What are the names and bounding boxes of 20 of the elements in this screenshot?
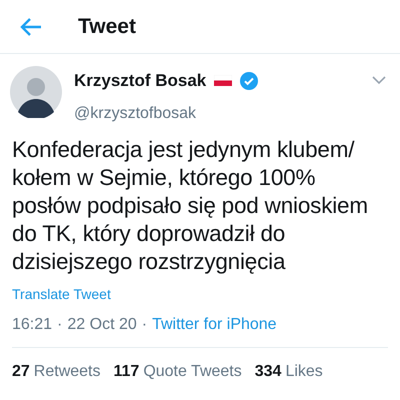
- author-handle: @krzysztofbosak: [74, 104, 198, 124]
- stat-count[interactable]: 334: [254, 360, 282, 384]
- tweet-date: 22 Oct 20: [67, 314, 137, 334]
- stat-label[interactable]: Retweets: [34, 360, 100, 384]
- stat-label[interactable]: Likes: [285, 360, 323, 384]
- tweet-time: 16:21: [12, 314, 52, 334]
- stat-count[interactable]: 27: [12, 360, 30, 384]
- flag-icon: [214, 75, 232, 86]
- source-link[interactable]: Twitter for iPhone: [152, 312, 277, 336]
- author-name: Krzysztof Bosak: [74, 70, 206, 92]
- stat-label[interactable]: Quote Tweets: [143, 360, 242, 384]
- separator-dot: ·: [57, 314, 62, 334]
- translate-link[interactable]: Translate Tweet: [12, 284, 111, 304]
- tweet-text: Konfederacja jest jedynym klubem/ kołem w Sejmie, którego 100% posłów podpisało się pod wnioskiem do TK, który doprowadził do dzisiejszego rozstrzygnięcia: [12, 136, 369, 276]
- chevron-down-icon[interactable]: [372, 76, 386, 85]
- back-arrow-icon[interactable]: [20, 16, 42, 36]
- avatar[interactable]: [10, 66, 62, 118]
- stat-count[interactable]: 117: [114, 360, 140, 384]
- header-title: Tweet: [78, 14, 136, 40]
- separator-dot: ·: [142, 314, 148, 334]
